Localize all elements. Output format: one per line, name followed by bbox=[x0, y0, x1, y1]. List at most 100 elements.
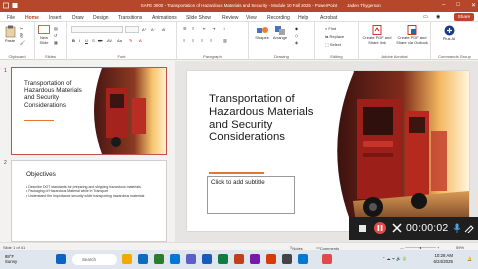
maximize-icon[interactable]: □ bbox=[456, 2, 460, 9]
start-icon[interactable] bbox=[56, 254, 66, 264]
underline-icon[interactable]: U bbox=[85, 38, 88, 43]
arrange-button[interactable]: Arrange bbox=[271, 25, 289, 41]
zoom-slider[interactable]: — ─────●───── + bbox=[400, 245, 439, 250]
shrink-font-icon[interactable]: A⁻ bbox=[151, 27, 156, 32]
highlight-icon[interactable]: ✎ bbox=[129, 38, 132, 43]
group-clipboard: Paste ✂ ⎘ 🖌 Clipboard bbox=[0, 22, 35, 60]
tab-design[interactable]: Design bbox=[93, 15, 109, 21]
outlook-icon[interactable] bbox=[170, 254, 180, 264]
slide-title[interactable]: Transportation of Hazardous Materials an… bbox=[209, 93, 329, 144]
section-icon[interactable]: ▦ bbox=[54, 40, 58, 45]
tab-file[interactable]: File bbox=[7, 15, 15, 21]
excel-icon[interactable] bbox=[218, 254, 228, 264]
powerpoint-icon[interactable] bbox=[234, 254, 244, 264]
subtitle-placeholder[interactable]: Click to add subtitle bbox=[207, 176, 295, 214]
search-box[interactable]: Search bbox=[72, 254, 117, 265]
cut-icon[interactable]: ✂ bbox=[20, 26, 23, 31]
close-icon[interactable]: ✕ bbox=[471, 2, 476, 9]
acrobat-icon[interactable] bbox=[266, 254, 276, 264]
pen-icon[interactable] bbox=[464, 223, 474, 233]
pause-icon[interactable] bbox=[374, 222, 386, 234]
select-button[interactable]: ⬚ Select bbox=[325, 42, 341, 47]
tab-transitions[interactable]: Transitions bbox=[118, 15, 142, 21]
store-icon[interactable] bbox=[298, 254, 308, 264]
file-explorer-icon[interactable] bbox=[122, 254, 132, 264]
strikethrough-icon[interactable]: ab bbox=[98, 38, 102, 43]
stop-icon[interactable] bbox=[359, 225, 366, 232]
microphone-icon[interactable] bbox=[453, 223, 461, 234]
line-spacing-icon[interactable]: ↕ bbox=[223, 26, 225, 31]
align-center-icon[interactable]: ≡ bbox=[192, 38, 194, 43]
tab-acrobat[interactable]: Acrobat bbox=[320, 15, 337, 21]
notifications-icon[interactable]: 🔔 bbox=[467, 256, 472, 261]
tab-slide-show[interactable]: Slide Show bbox=[186, 15, 211, 21]
format-painter-icon[interactable]: 🖌 bbox=[20, 40, 25, 45]
align-right-icon[interactable]: ≡ bbox=[201, 38, 203, 43]
app-icon[interactable] bbox=[282, 254, 292, 264]
tab-draw[interactable]: Draw bbox=[72, 15, 84, 21]
case-icon[interactable]: Aa bbox=[117, 38, 122, 43]
user-name[interactable]: Jaden Thygerson bbox=[347, 3, 381, 8]
comments-button[interactable]: ▭ Comments bbox=[316, 245, 339, 252]
shapes-button[interactable]: Shapes bbox=[253, 25, 271, 41]
justify-icon[interactable]: ≡ bbox=[210, 38, 212, 43]
shape-fill-icon[interactable]: ◆ bbox=[295, 26, 298, 31]
taskbar-clock[interactable]: 10:28 AM 6/24/2025 bbox=[433, 253, 453, 265]
create-pdf-outlook-button[interactable]: Create PDF and Share via Outlook bbox=[395, 25, 429, 45]
tab-animations[interactable]: Animations bbox=[152, 15, 177, 21]
teams-icon[interactable] bbox=[186, 254, 196, 264]
discard-icon[interactable] bbox=[392, 223, 402, 233]
truck-photo bbox=[334, 71, 469, 231]
weather-widget[interactable]: 88°F Sunny bbox=[5, 254, 17, 264]
font-family-dropdown[interactable] bbox=[71, 26, 123, 33]
bullets-icon[interactable]: ☰ bbox=[183, 26, 187, 31]
outdent-icon[interactable]: ⇥ bbox=[212, 26, 215, 31]
minimize-icon[interactable]: – bbox=[442, 2, 445, 9]
spacing-icon[interactable]: AV bbox=[107, 38, 112, 43]
shape-outline-icon[interactable]: ◇ bbox=[295, 33, 298, 38]
clear-format-icon[interactable]: A̸ bbox=[162, 27, 165, 32]
plus-ai-button[interactable]: Plus AI bbox=[439, 25, 459, 42]
new-slide-button[interactable]: New Slide bbox=[37, 25, 51, 45]
font-color-icon[interactable]: A bbox=[139, 38, 142, 43]
recorder-icon[interactable] bbox=[322, 254, 332, 264]
tab-insert[interactable]: Insert bbox=[49, 15, 62, 21]
replace-button[interactable]: ⇆ Replace bbox=[325, 34, 344, 39]
share-button[interactable]: Share bbox=[453, 13, 474, 21]
indent-icon[interactable]: ⇤ bbox=[203, 26, 206, 31]
slide-thumbnail-1[interactable]: Transportation of Hazardous Materials an… bbox=[11, 67, 167, 155]
tab-help[interactable]: Help bbox=[298, 15, 308, 21]
grow-font-icon[interactable]: A⁺ bbox=[142, 27, 147, 32]
numbering-icon[interactable]: ≡ bbox=[192, 26, 194, 31]
system-tray-icons[interactable]: ⌃ ☁ ᯤ 🔊 🔋 bbox=[382, 256, 407, 262]
shadow-icon[interactable]: S bbox=[92, 38, 95, 43]
tab-recording[interactable]: Recording bbox=[267, 15, 290, 21]
onenote-icon[interactable] bbox=[250, 254, 260, 264]
tab-view[interactable]: View bbox=[246, 15, 257, 21]
copy-icon[interactable]: ⎘ bbox=[20, 33, 23, 38]
layout-icon[interactable]: ▤ bbox=[54, 26, 58, 31]
paste-button[interactable]: Paste bbox=[3, 25, 17, 44]
tab-review[interactable]: Review bbox=[222, 15, 238, 21]
find-button[interactable]: ⌕ Find bbox=[325, 26, 336, 31]
edge-icon[interactable] bbox=[138, 254, 148, 264]
tab-home[interactable]: Home bbox=[25, 15, 39, 24]
shape-effects-icon[interactable]: ◈ bbox=[295, 40, 298, 45]
align-left-icon[interactable]: ≡ bbox=[183, 38, 185, 43]
comments-icon[interactable]: ▭ bbox=[423, 14, 428, 20]
create-pdf-share-link-button[interactable]: Create PDF and Share link bbox=[361, 25, 393, 45]
font-size-dropdown[interactable] bbox=[125, 26, 139, 33]
bold-icon[interactable]: B bbox=[72, 38, 75, 43]
current-slide[interactable]: Transportation of Hazardous Materials an… bbox=[187, 71, 469, 231]
chrome-icon[interactable] bbox=[154, 254, 164, 264]
italic-icon[interactable]: I bbox=[79, 38, 80, 43]
reset-icon[interactable]: ↺ bbox=[54, 33, 57, 38]
word-icon[interactable] bbox=[202, 254, 212, 264]
notes-button[interactable]: ≡ Notes bbox=[290, 245, 303, 252]
record-icon[interactable]: ◉ bbox=[436, 14, 440, 20]
slide-thumbnail-2[interactable]: Objectives • Describe DOT standards for … bbox=[11, 160, 167, 242]
group-font: A⁺ A⁻ A̸ B I U S ab AV Aa ✎ A Font bbox=[67, 22, 177, 60]
columns-icon[interactable]: ▥ bbox=[223, 38, 227, 43]
zoom-level[interactable]: 59% bbox=[456, 245, 464, 250]
paste-label: Paste bbox=[4, 38, 16, 43]
